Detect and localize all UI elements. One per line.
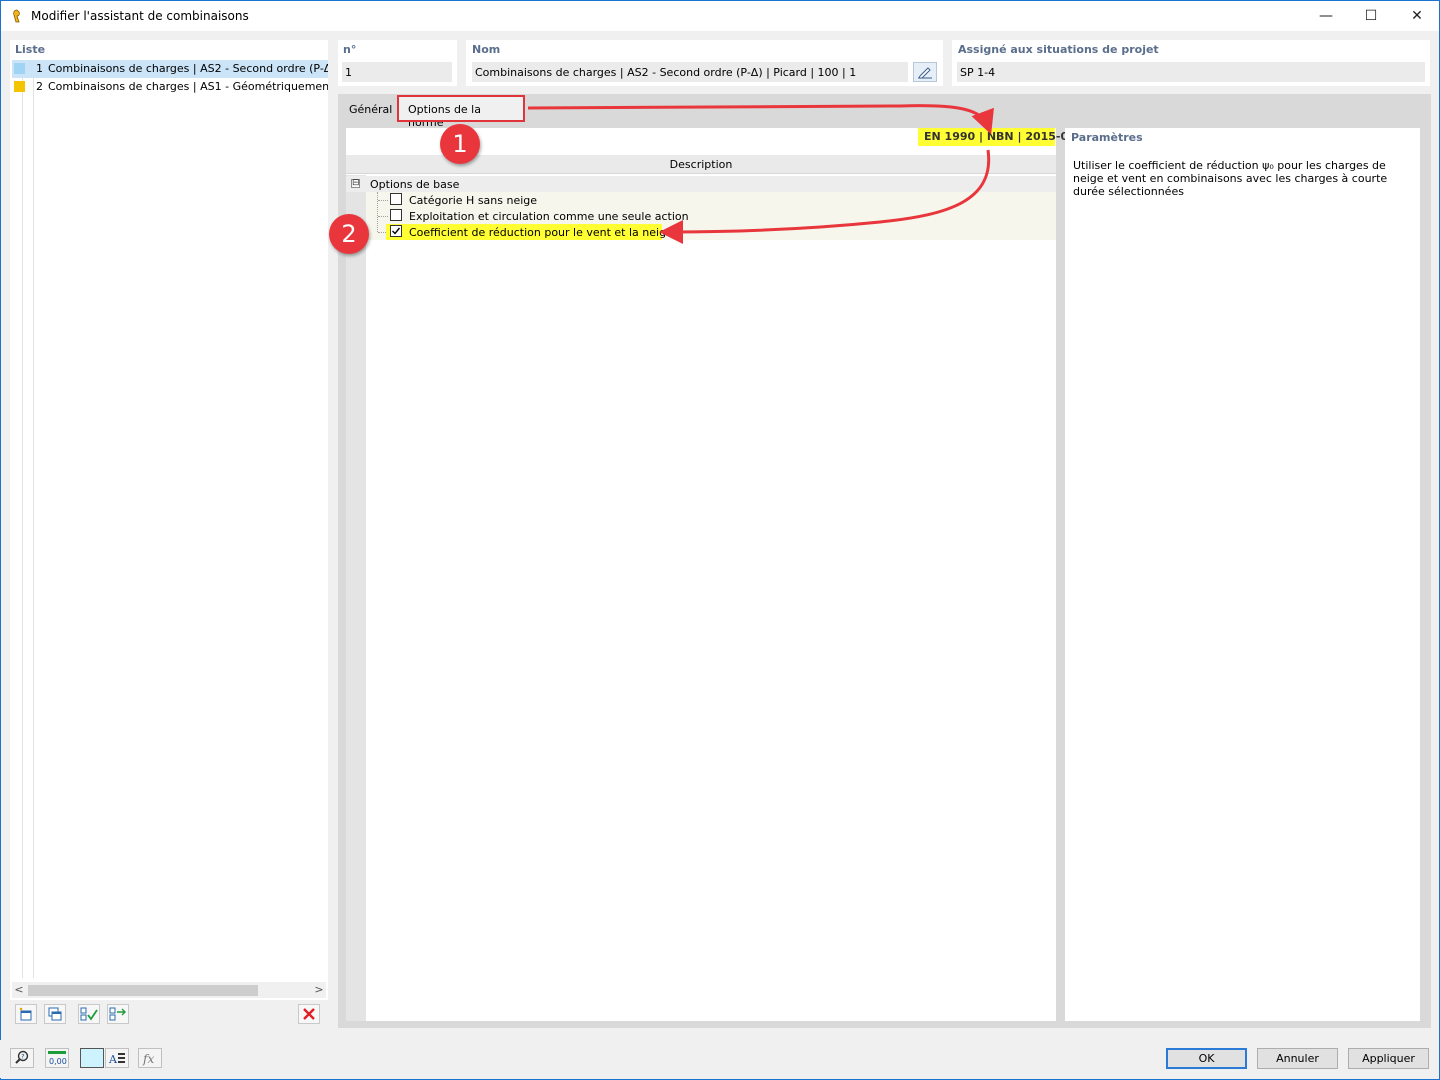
number-field[interactable]: 1 [342,62,452,82]
delete-item-button[interactable] [298,1004,320,1024]
formula-button[interactable]: fx [138,1048,162,1068]
check-all-icon [80,1007,98,1021]
tree-gutter [346,175,366,1021]
minimize-button[interactable]: — [1303,1,1349,31]
check-toggle-icon [109,1007,126,1021]
name-field[interactable]: Combinaisons de charges | AS2 - Second o… [472,62,908,82]
svg-text:A: A [108,1053,118,1066]
ok-button[interactable]: OK [1166,1048,1247,1069]
list-item-label: Combinaisons de charges | AS2 - Second o… [48,62,328,75]
svg-text:fx: fx [142,1052,154,1066]
color-display-button[interactable] [80,1048,104,1068]
list-item-2[interactable]: 2 Combinaisons de charges | AS1 - Géomét… [12,78,328,96]
edit-name-button[interactable] [913,62,937,82]
checkbox-category-h[interactable] [390,193,402,205]
standard-badge: EN 1990 | NBN | 2015-07 [918,128,1076,146]
scroll-right-icon[interactable]: > [312,982,326,998]
list-item-number: 2 [36,80,43,93]
list-toolbar [10,1000,328,1029]
delete-icon [303,1008,315,1020]
assigned-label: Assigné aux situations de projet [958,43,1159,56]
svg-text:?: ? [21,1053,24,1060]
check-selection-button[interactable] [107,1004,129,1024]
scroll-left-icon[interactable]: < [12,982,26,998]
checkbox-exploitation[interactable] [390,209,402,221]
list-item-number: 1 [36,62,43,75]
tree-connector [378,200,388,201]
help-button[interactable]: ? [10,1048,34,1068]
new-item-button[interactable] [15,1004,37,1024]
checkbox-reduction-coefficient[interactable] [390,225,402,237]
number-label: n° [343,43,357,56]
parameters-label: Paramètres [1071,131,1143,144]
checkmark-icon [392,227,401,235]
font-settings-button[interactable]: A [105,1048,129,1068]
title-bar: Modifier l'assistant de combinaisons — ☐… [1,1,1439,31]
group-label: Options de base [370,178,460,191]
list-item-1[interactable]: 1 Combinaisons de charges | AS2 - Second… [12,60,328,78]
maximize-button[interactable]: ☐ [1348,1,1394,31]
app-logo-icon [13,9,20,23]
list-horizontal-scrollbar[interactable]: < > [12,982,326,998]
help-search-icon: ? [15,1050,29,1064]
font-settings-icon: A [108,1053,125,1066]
close-button[interactable]: ✕ [1394,1,1440,31]
new-item-icon [19,1007,32,1021]
copy-item-button[interactable] [44,1004,66,1024]
list-panel [10,40,328,1029]
apply-button[interactable]: Appliquer [1348,1048,1429,1069]
window-title: Modifier l'assistant de combinaisons [31,9,249,23]
list-guide-line [33,62,34,978]
list-label: Liste [15,43,46,56]
list-item-label: Combinaisons de charges | AS1 - Géométri… [48,80,328,93]
options-table [346,128,1056,1021]
name-label: Nom [472,43,501,56]
svg-text:0,00: 0,00 [49,1057,67,1066]
annotation-badge-1: 1 [440,124,480,164]
parameters-description: Utiliser le coefficient de réduction ψ₀ … [1073,159,1388,198]
copy-icon [48,1007,62,1021]
tab-general[interactable]: Général [339,96,402,120]
number-format-button[interactable]: 0,00 [45,1048,69,1068]
check-all-button[interactable] [78,1004,100,1024]
tree-connector [378,216,388,217]
formula-icon: fx [142,1052,154,1066]
color-swatch [14,63,25,74]
cancel-button[interactable]: Annuler [1257,1048,1338,1069]
annotation-badge-2: 2 [329,214,369,254]
list-guide-line [22,62,23,978]
assigned-field[interactable]: SP 1-4 [957,62,1425,82]
tab-highlight-frame [397,95,525,122]
color-swatch [14,81,25,92]
option-label: Catégorie H sans neige [409,194,538,207]
parameters-panel [1065,128,1420,1021]
collapse-icon[interactable]: ⊟ [351,179,360,188]
edit-pencil-icon [918,67,932,79]
scrollbar-thumb[interactable] [28,985,258,996]
option-label: Exploitation et circulation comme une se… [409,210,689,223]
number-format-icon: 0,00 [48,1051,67,1066]
option-label: Coefficient de réduction pour le vent et… [409,226,673,239]
tree-connector [377,192,378,232]
